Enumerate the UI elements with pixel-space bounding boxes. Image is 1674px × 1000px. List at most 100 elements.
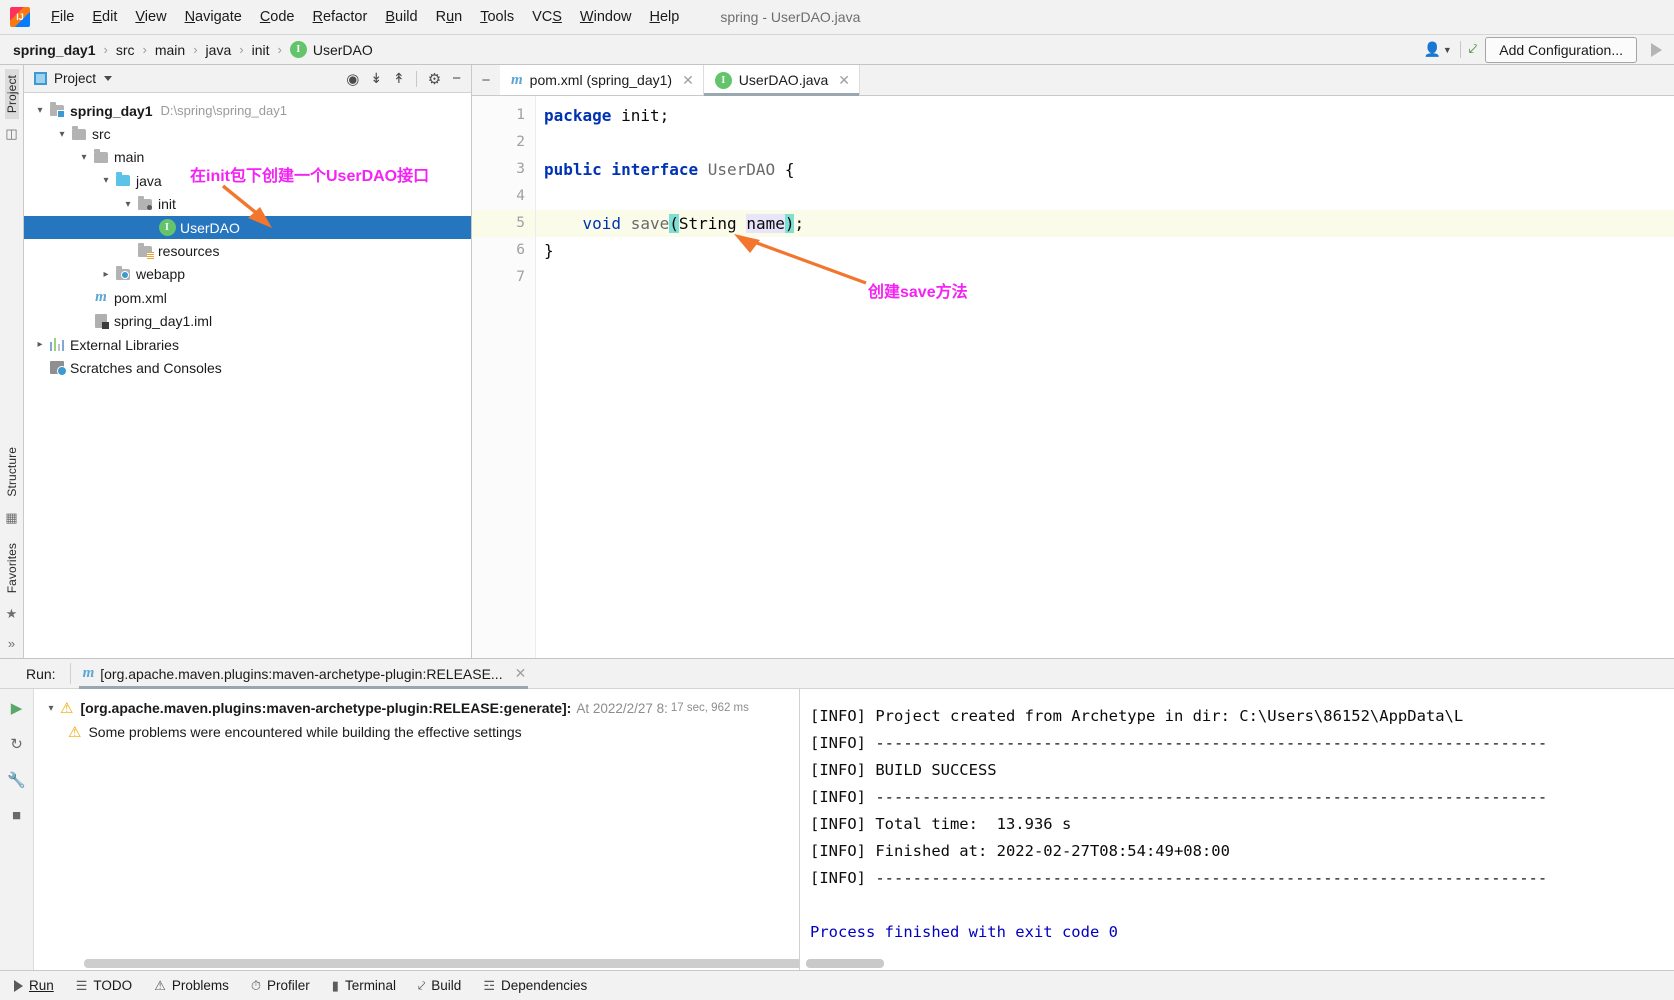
tree-label: init (158, 196, 176, 213)
maven-icon: m (95, 289, 107, 306)
tree-node-webapp[interactable]: ▸ webapp (24, 263, 471, 286)
build-hammer-icon[interactable]: ⤦ (1469, 41, 1477, 58)
run-play-icon[interactable]: ▶ (11, 699, 23, 717)
build-output-tree[interactable]: ▾ ⚠ [org.apache.maven.plugins:maven-arch… (34, 689, 800, 970)
breadcrumb-spring-day1[interactable]: spring_day1 (10, 41, 98, 59)
chevron-down-icon[interactable]: ▾ (120, 199, 136, 210)
tree-node-external-libraries[interactable]: ▸ External Libraries (24, 333, 471, 356)
chevron-down-icon[interactable]: ▾ (32, 105, 48, 116)
locate-target-icon[interactable]: ◉ (346, 70, 359, 88)
settings-gear-icon[interactable]: ⚙ (428, 70, 441, 88)
tab-pom-xml[interactable]: m pom.xml (spring_day1) ✕ (500, 65, 704, 95)
run-panel-header: Run: m [org.apache.maven.plugins:maven-a… (0, 659, 1674, 689)
line-number: 1 (516, 107, 525, 123)
status-terminal-button[interactable]: ▮ Terminal (321, 975, 407, 997)
status-build-button[interactable]: ⤦ Build (407, 975, 472, 997)
folder-icon (70, 125, 88, 140)
project-structure-icon[interactable]: ◫ (5, 126, 17, 142)
chevron-placeholder-icon: ▾ (76, 292, 92, 303)
chevron-right-icon[interactable]: ▸ (32, 339, 48, 350)
grid-icon[interactable]: ▦ (5, 510, 17, 526)
chevron-down-icon[interactable]: ▾ (42, 703, 60, 714)
terminal-icon: ▮ (331, 977, 339, 993)
build-tree-row-child[interactable]: ⚠ Some problems were encountered while b… (34, 720, 799, 744)
breadcrumb-src[interactable]: src (113, 41, 138, 59)
hide-minus-icon[interactable]: − (452, 70, 461, 87)
menu-refactor[interactable]: Refactor (304, 6, 377, 28)
breadcrumb-main[interactable]: main (152, 41, 188, 59)
status-profiler-button[interactable]: ⏱ Profiler (240, 975, 321, 997)
console-horizontal-scrollbar[interactable] (806, 959, 884, 968)
console-output[interactable]: [INFO] Project created from Archetype in… (800, 689, 1674, 970)
maven-icon: m (82, 665, 95, 681)
run-play-icon[interactable] (1651, 42, 1662, 57)
breadcrumb-init[interactable]: init (249, 41, 273, 59)
breadcrumb-separator: › (193, 42, 198, 57)
build-tree-horizontal-scrollbar[interactable] (84, 959, 799, 968)
collapse-all-icon[interactable]: ↟ (393, 70, 405, 87)
chevron-down-icon[interactable] (104, 76, 113, 81)
menu-window[interactable]: Window (571, 6, 641, 28)
breadcrumb-userdao[interactable]: I UserDAO (287, 40, 376, 59)
chevron-right-icon[interactable]: ▸ (98, 269, 114, 280)
status-label: Profiler (267, 978, 310, 993)
tree-node-iml[interactable]: ▾ spring_day1.iml (24, 310, 471, 333)
menu-help[interactable]: Help (640, 6, 688, 28)
folder-icon (92, 148, 110, 163)
close-icon[interactable]: ✕ (682, 72, 694, 89)
build-tree-row-root[interactable]: ▾ ⚠ [org.apache.maven.plugins:maven-arch… (34, 696, 799, 720)
warning-icon: ⚠ (68, 724, 82, 741)
wrench-icon[interactable]: 🔧 (7, 771, 26, 789)
tree-node-src[interactable]: ▾ src (24, 122, 471, 145)
breadcrumb-java[interactable]: java (203, 41, 235, 59)
user-profile-icon[interactable]: 👤 ▼ (1423, 41, 1451, 58)
build-tree-title: Some problems were encountered while bui… (88, 724, 522, 740)
tree-node-main[interactable]: ▾ main (24, 146, 471, 169)
menu-code[interactable]: Code (251, 6, 304, 28)
status-dependencies-button[interactable]: ☲ Dependencies (472, 975, 598, 997)
add-configuration-button[interactable]: Add Configuration... (1485, 36, 1637, 63)
chevron-down-icon[interactable]: ▾ (54, 129, 70, 140)
menu-build[interactable]: Build (376, 6, 426, 28)
menu-run[interactable]: Run (427, 6, 472, 28)
expand-more-icon[interactable]: » (8, 636, 15, 651)
close-icon[interactable]: ✕ (515, 665, 527, 682)
status-run-button[interactable]: Run (4, 975, 65, 996)
star-icon[interactable]: ★ (6, 606, 18, 622)
close-icon[interactable]: ✕ (838, 72, 850, 89)
menu-file-label-rest: ile (59, 9, 75, 25)
menu-vcs[interactable]: VCS (523, 6, 571, 28)
tree-node-resources[interactable]: ▾ resources (24, 239, 471, 262)
tree-node-scratches[interactable]: ▾ Scratches and Consoles (24, 356, 471, 379)
resources-folder-icon (136, 242, 154, 259)
menu-navigate[interactable]: Navigate (176, 6, 251, 28)
code-editor[interactable]: 1 2 3 4 5 6 7 package init; public inter… (472, 96, 1674, 658)
intellij-idea-logo-icon (10, 7, 30, 27)
menu-tools[interactable]: Tools (471, 6, 523, 28)
sidebar-item-favorites[interactable]: Favorites (5, 537, 19, 599)
status-todo-button[interactable]: ☰ TODO (65, 975, 143, 997)
tree-node-spring-day1[interactable]: ▾ spring_day1 D:\spring\spring_day1 (24, 99, 471, 122)
status-problems-button[interactable]: ⚠ Problems (143, 975, 240, 997)
sidebar-item-project[interactable]: Project (4, 69, 19, 120)
sidebar-item-structure[interactable]: Structure (5, 441, 19, 503)
run-tab-maven-archetype[interactable]: m [org.apache.maven.plugins:maven-archet… (69, 663, 533, 689)
chevron-placeholder-icon: ▾ (32, 362, 48, 373)
chevron-down-icon[interactable]: ▾ (76, 152, 92, 163)
hide-minus-icon[interactable]: − (472, 65, 500, 95)
line-number: 2 (516, 134, 525, 150)
code-text[interactable]: package init; public interface UserDAO {… (536, 96, 1674, 658)
rerun-icon[interactable]: ↻ (10, 735, 23, 753)
menu-file[interactable]: File (42, 6, 83, 28)
tree-node-userdao[interactable]: ▾ I UserDAO (24, 215, 471, 240)
chevron-down-icon[interactable]: ▾ (98, 175, 114, 186)
menu-view[interactable]: View (126, 6, 175, 28)
menu-edit[interactable]: Edit (83, 6, 126, 28)
stop-icon[interactable]: ■ (12, 807, 21, 824)
code-line-1: package init; (544, 106, 670, 125)
tab-userdao-java[interactable]: I UserDAO.java ✕ (703, 65, 860, 96)
tree-node-pom-xml[interactable]: ▾ m pom.xml (24, 286, 471, 309)
expand-all-icon[interactable]: ↡ (370, 70, 382, 87)
tree-node-init[interactable]: ▾ init (24, 193, 471, 216)
tree-node-java[interactable]: ▾ java (24, 169, 471, 192)
